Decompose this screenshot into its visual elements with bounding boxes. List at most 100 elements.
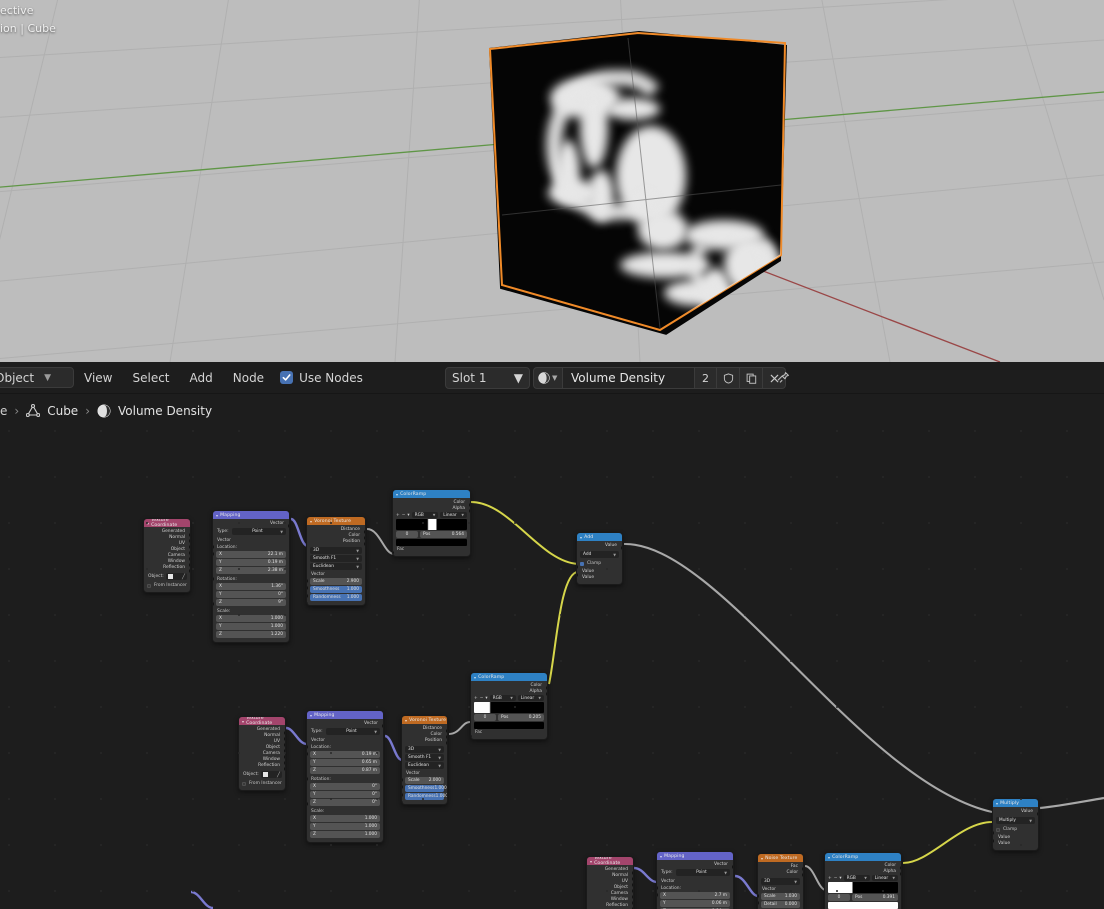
object-picker-field[interactable]: ╱ — [165, 573, 187, 580]
use-nodes-toggle[interactable]: Use Nodes — [280, 371, 363, 385]
socket-randomness-in[interactable] — [307, 602, 308, 605]
node-header-math[interactable]: ▾ Multiply — [993, 799, 1038, 807]
material-browse-button[interactable]: ▼ — [533, 367, 563, 389]
socket-normal[interactable] — [284, 737, 285, 741]
socket-color[interactable] — [900, 866, 901, 870]
socket-color[interactable] — [469, 503, 470, 507]
collapse-arrow-icon[interactable]: ▾ — [590, 859, 592, 864]
mapping-type-dropdown[interactable]: Point ▼ — [231, 528, 286, 535]
stop-position-field[interactable]: Pos 0.391 — [852, 894, 898, 901]
collapse-arrow-icon[interactable]: ▾ — [580, 535, 582, 540]
location-x-field[interactable]: X 0.19 m — [310, 751, 380, 758]
dimensions-dropdown[interactable]: 3D ▼ — [405, 746, 444, 753]
rotation-z-field[interactable]: Z 9° — [216, 599, 286, 606]
node-header-texture-coordinate[interactable]: ▾ Texture Coordinate — [587, 857, 633, 866]
location-y-field[interactable]: Y 0.19 m — [216, 559, 286, 566]
material-name-field[interactable]: Volume Density — [563, 367, 695, 389]
clamp-checkbox[interactable] — [580, 561, 584, 566]
menu-add[interactable]: Add — [180, 371, 223, 385]
material-users-count[interactable]: 2 — [695, 367, 717, 389]
remove-stop-button[interactable]: − — [834, 876, 838, 881]
detail-field[interactable]: Detail 0.000 — [761, 901, 800, 908]
interpolation-dropdown[interactable]: Linear ▼ — [517, 695, 544, 701]
scale-z-field[interactable]: Z 1.220 — [216, 631, 286, 638]
collapse-arrow-icon[interactable]: ▾ — [310, 713, 312, 718]
socket-vector-out[interactable] — [732, 865, 733, 869]
eyedropper-icon[interactable]: ╱ — [182, 574, 185, 580]
breadcrumb-item-scene[interactable]: e — [0, 404, 7, 418]
node-header-colorramp[interactable]: ▾ ColorRamp — [393, 490, 470, 498]
location-y-field[interactable]: Y 0.06 m — [660, 900, 730, 907]
colorramp-color-swatch[interactable] — [396, 539, 467, 546]
collapse-arrow-icon[interactable]: ▾ — [396, 492, 398, 497]
socket-alpha[interactable] — [546, 692, 547, 696]
collapse-arrow-icon[interactable]: ▾ — [660, 854, 662, 859]
randomness-field[interactable]: Randomness 1.000 — [310, 594, 362, 601]
math-operation-dropdown[interactable]: Add ▼ — [580, 551, 619, 558]
breadcrumb-item-material[interactable]: Volume Density — [118, 404, 212, 418]
node-noise-texture[interactable]: ▾ Noise Texture Fac Color 3D ▼ Vector Sca… — [757, 853, 804, 909]
color-mode-dropdown[interactable]: RGB ▼ — [489, 695, 516, 701]
remove-stop-button[interactable]: − — [402, 513, 406, 518]
dimensions-dropdown[interactable]: 3D ▼ — [761, 878, 800, 885]
rotation-z-field[interactable]: Z 0° — [310, 799, 380, 806]
mapping-type-dropdown[interactable]: Point ▼ — [325, 728, 380, 735]
node-colorramp-3[interactable]: ▾ ColorRamp Color Alpha + − ▾ RGB ▼ Linea… — [824, 852, 902, 909]
socket-window[interactable] — [284, 761, 285, 765]
scale-field[interactable]: Scale 2.000 — [405, 777, 444, 784]
from-instancer-checkbox[interactable] — [242, 781, 246, 786]
socket-vector-out[interactable] — [382, 724, 383, 728]
scale-y-field[interactable]: Y 1.000 — [216, 623, 286, 630]
rotation-x-field[interactable]: X 0° — [310, 783, 380, 790]
socket-randomness-in[interactable] — [402, 801, 403, 804]
socket-value-out[interactable] — [621, 546, 622, 550]
collapse-arrow-icon[interactable]: ▾ — [310, 519, 312, 524]
colorramp-color-swatch[interactable] — [828, 902, 898, 909]
collapse-arrow-icon[interactable]: ▾ — [242, 719, 244, 724]
randomness-field[interactable]: Randomness 1.000 — [405, 793, 447, 800]
node-mapping-3[interactable]: ▾ Mapping Vector Type: Point ▼ Vector Lo… — [656, 851, 734, 909]
add-stop-button[interactable]: + — [828, 876, 832, 881]
interpolation-dropdown[interactable]: Linear ▼ — [871, 875, 898, 881]
location-z-field[interactable]: Z 2.38 m — [216, 567, 286, 574]
socket-camera[interactable] — [284, 755, 285, 759]
node-canvas[interactable]: ▾ Texture Coordinate Generated Normal UV… — [0, 422, 1104, 909]
socket-reflection[interactable] — [189, 569, 190, 573]
node-voronoi-texture-1[interactable]: ▾ Voronoi Texture Distance Color Positio… — [306, 516, 366, 606]
socket-generated[interactable] — [284, 731, 285, 735]
editor-mode-dropdown[interactable]: Object ▼ — [0, 367, 74, 388]
node-texture-coordinate-1[interactable]: ▾ Texture Coordinate Generated Normal UV… — [143, 518, 191, 593]
ramp-tools-menu[interactable]: ▾ — [839, 876, 841, 881]
location-z-field[interactable]: Z 0.87 m — [310, 767, 380, 774]
shader-editor[interactable]: Object ▼ View Select Add Node Use Nodes … — [0, 362, 1104, 909]
collapse-arrow-icon[interactable]: ▾ — [761, 856, 763, 861]
socket-position[interactable] — [364, 542, 365, 546]
node-math-multiply[interactable]: ▾ Multiply Value Multiply ▼ Clamp Value V… — [992, 798, 1039, 851]
socket-window[interactable] — [632, 901, 633, 905]
node-colorramp-2[interactable]: ▾ ColorRamp Color Alpha + − ▾ RGB ▼ Linea… — [470, 672, 548, 740]
transform-gizmo[interactable] — [545, 75, 583, 113]
clamp-checkbox[interactable] — [996, 827, 1000, 832]
colorramp-gradient-bar[interactable] — [396, 519, 467, 530]
volume-cube[interactable] — [488, 30, 790, 338]
pin-id-button[interactable] — [772, 367, 794, 389]
from-instancer-checkbox[interactable] — [147, 583, 151, 588]
dimensions-dropdown[interactable]: 3D ▼ — [310, 547, 362, 554]
distance-metric-dropdown[interactable]: Euclidean ▼ — [405, 762, 444, 769]
stop-index-field[interactable]: 0 — [396, 531, 418, 538]
node-mapping-1[interactable]: ▾ Mapping Vector Type: Point ▼ Vector Lo… — [212, 510, 290, 643]
distance-metric-dropdown[interactable]: Euclidean ▼ — [310, 563, 362, 570]
socket-color[interactable] — [446, 735, 447, 739]
socket-position[interactable] — [446, 741, 447, 745]
smoothness-field[interactable]: Smoothness 1.000 — [405, 785, 447, 792]
stop-position-field[interactable]: Pos 0.205 — [498, 714, 544, 721]
socket-generated[interactable] — [632, 871, 633, 875]
node-texture-coordinate-2[interactable]: ▾ Texture Coordinate Generated Normal UV… — [238, 716, 286, 791]
scale-field[interactable]: Scale 1.030 — [761, 893, 800, 900]
node-header-texture-coordinate[interactable]: ▾ Texture Coordinate — [144, 519, 190, 528]
location-x-field[interactable]: X 2.7 m — [660, 892, 730, 899]
collapse-arrow-icon[interactable]: ▾ — [405, 718, 407, 723]
socket-color[interactable] — [364, 536, 365, 540]
eyedropper-icon[interactable]: ╱ — [277, 772, 280, 778]
socket-value-out[interactable] — [1037, 812, 1038, 816]
